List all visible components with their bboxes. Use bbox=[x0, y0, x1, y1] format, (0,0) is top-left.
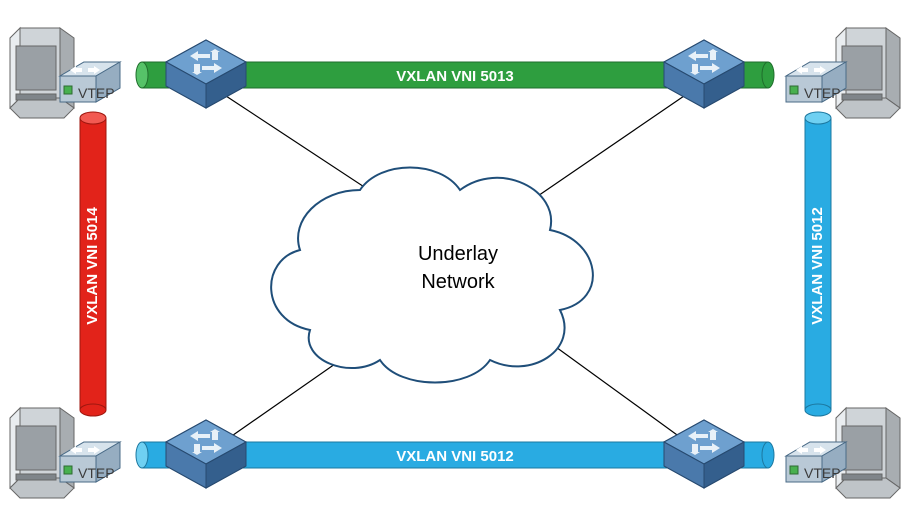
cloud-label-line1: Underlay bbox=[418, 243, 498, 265]
host-bottom-left: VTEP bbox=[10, 408, 120, 498]
tunnel-left-label: VXLAN VNI 5014 bbox=[84, 207, 101, 325]
router-top-right bbox=[664, 40, 744, 108]
vtep-label-br: VTEP bbox=[804, 465, 841, 481]
router-top-left bbox=[166, 40, 246, 108]
host-top-left: VTEP bbox=[10, 28, 120, 118]
router-bottom-left bbox=[166, 420, 246, 488]
vtep-label-tr: VTEP bbox=[804, 85, 841, 101]
tunnel-right: VXLAN VNI 5012 bbox=[805, 112, 831, 416]
tunnel-right-label: VXLAN VNI 5012 bbox=[809, 207, 826, 325]
tunnel-top-label: VXLAN VNI 5013 bbox=[396, 68, 514, 85]
underlay-cloud: Underlay Network bbox=[271, 168, 593, 383]
host-top-right: VTEP bbox=[786, 28, 900, 118]
vtep-label-bl: VTEP bbox=[78, 465, 115, 481]
host-bottom-right: VTEP bbox=[786, 408, 900, 498]
router-bottom-right bbox=[664, 420, 744, 488]
tunnel-bottom-label: VXLAN VNI 5012 bbox=[396, 448, 514, 465]
tunnel-left: VXLAN VNI 5014 bbox=[80, 112, 106, 416]
vtep-label-tl: VTEP bbox=[78, 85, 115, 101]
vxlan-diagram: Underlay Network VXLAN VNI 5013 VXLAN VN… bbox=[0, 0, 911, 531]
cloud-label-line2: Network bbox=[421, 271, 495, 293]
